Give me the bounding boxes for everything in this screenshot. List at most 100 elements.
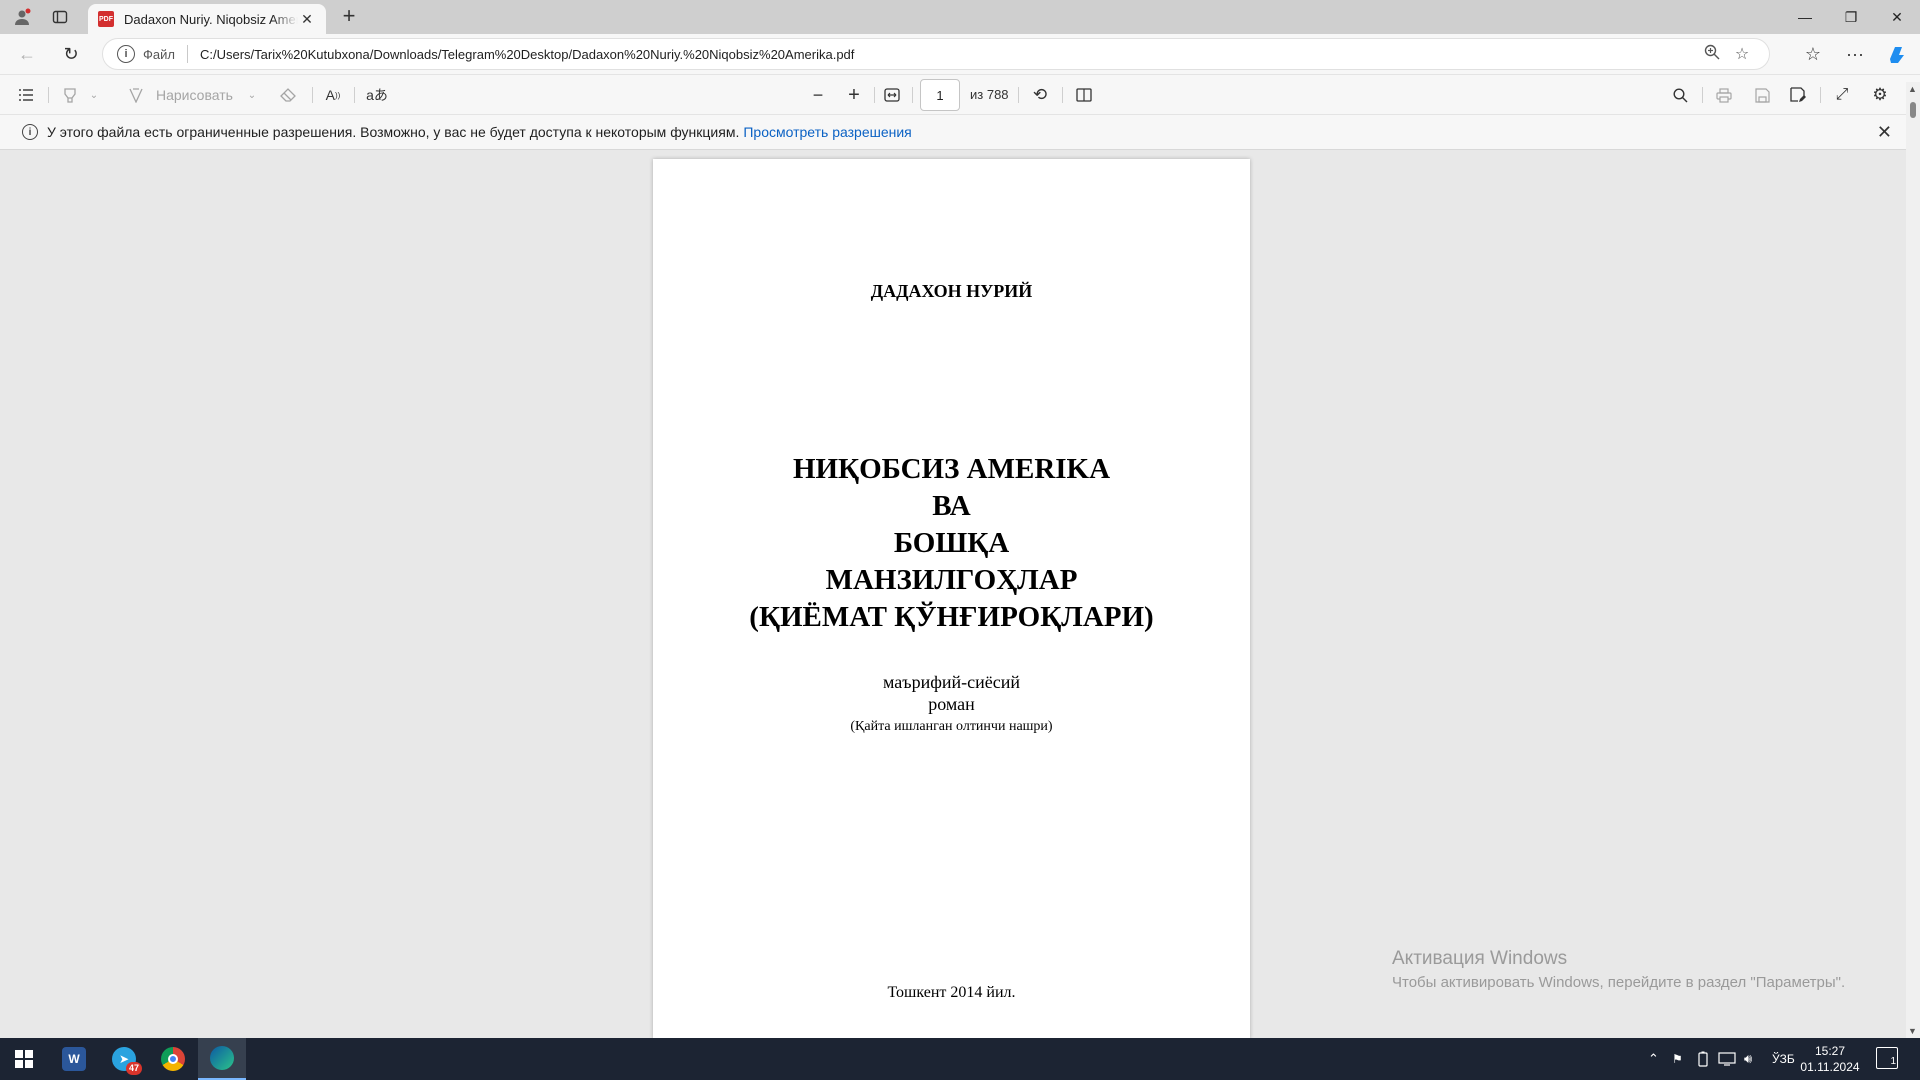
address-divider — [186, 45, 188, 63]
vertical-scrollbar[interactable]: ▲ ▼ — [1906, 82, 1920, 1038]
telegram-icon: ➤ 47 — [112, 1047, 142, 1075]
scroll-up-icon[interactable]: ▲ — [1908, 84, 1917, 94]
page-view-icon[interactable] — [1072, 83, 1096, 107]
active-tab[interactable]: PDF Dadaxon Nuriy. Niqobsiz Amerika.pdf … — [88, 4, 326, 34]
toolbar-divider — [1062, 87, 1063, 103]
new-tab-button[interactable]: + — [336, 5, 362, 29]
title-line: БОШҚА — [893, 527, 1010, 559]
battery-icon[interactable] — [1698, 1038, 1708, 1080]
address-url[interactable]: C:/Users/Tarix%20Kutubxona/Downloads/Tel… — [200, 47, 1697, 62]
windows-activation-watermark: Активация Windows Чтобы активировать Win… — [1392, 948, 1845, 991]
clock-date: 01.11.2024 — [1800, 1060, 1860, 1074]
favorite-star-icon[interactable]: ☆ — [1727, 44, 1757, 64]
minimize-button[interactable]: ― — [1782, 0, 1828, 34]
page-number-input[interactable]: 1 — [920, 79, 960, 111]
word-icon: W — [62, 1047, 86, 1071]
taskbar-word[interactable]: W — [50, 1038, 98, 1080]
print-icon[interactable] — [1712, 83, 1736, 107]
site-info-icon[interactable]: i — [117, 45, 135, 63]
notification-count: 1 — [1890, 1056, 1896, 1067]
document-title: НИҚОБСИЗ AMERIKA ВА БОШҚА МАНЗИЛГОҲЛАР (… — [653, 451, 1250, 636]
zoom-out-button[interactable]: − — [806, 83, 830, 107]
view-permissions-link[interactable]: Просмотреть разрешения — [743, 124, 911, 140]
tab-actions-icon[interactable] — [46, 5, 74, 29]
activation-subtitle: Чтобы активировать Windows, перейдите в … — [1392, 974, 1846, 991]
zoom-in-button[interactable]: + — [842, 83, 866, 107]
taskbar-edge[interactable] — [198, 1038, 246, 1080]
language-indicator[interactable]: ЎЗБ — [1772, 1038, 1795, 1080]
page-total: из 788 — [970, 87, 1009, 102]
zoom-icon[interactable] — [1697, 44, 1727, 65]
draw-dropdown-icon[interactable]: ⌄ — [244, 83, 260, 107]
fullscreen-icon[interactable]: ⤢ — [1830, 83, 1854, 107]
eraser-icon[interactable] — [276, 83, 300, 107]
toolbar-divider — [48, 87, 49, 103]
save-icon[interactable] — [1750, 83, 1774, 107]
subtitle-line: маърифий-сиёсий — [883, 672, 1020, 692]
subtitle-line: роман — [928, 694, 975, 714]
read-aloud-icon[interactable]: A)) — [320, 83, 346, 107]
taskbar-telegram[interactable]: ➤ 47 — [100, 1038, 148, 1080]
address-bar[interactable]: i Файл C:/Users/Tarix%20Kutubxona/Downlo… — [102, 38, 1770, 70]
taskbar-chrome[interactable] — [149, 1038, 197, 1080]
back-arrow-icon[interactable]: ← — [12, 40, 42, 68]
title-line: ВА — [932, 490, 971, 522]
copilot-icon[interactable] — [1882, 40, 1912, 68]
toolbar-divider — [874, 87, 875, 103]
tray-overflow-icon[interactable]: ⌃ — [1648, 1038, 1659, 1080]
tab-close-icon[interactable]: ✕ — [298, 11, 316, 28]
rotate-icon[interactable]: ⟲ — [1028, 83, 1052, 107]
chrome-icon — [161, 1047, 185, 1071]
navigation-bar: ← ↻ i Файл C:/Users/Tarix%20Kutubxona/Do… — [0, 34, 1920, 74]
address-scheme: Файл — [143, 46, 175, 62]
tray-app-icon[interactable]: ⚑ — [1672, 1038, 1683, 1080]
pdf-page: ДАДАХОН НУРИЙ НИҚОБСИЗ AMERIKA ВА БОШҚА … — [653, 159, 1250, 1038]
telegram-badge: 47 — [125, 1062, 142, 1075]
find-search-icon[interactable] — [1668, 83, 1692, 107]
save-as-icon[interactable] — [1786, 83, 1810, 107]
taskbar-clock[interactable]: 15:27 01.11.2024 — [1800, 1043, 1860, 1075]
notification-center-icon[interactable]: 1 — [1876, 1047, 1898, 1069]
restore-button[interactable]: ❐ — [1828, 0, 1874, 34]
toolbar-divider — [912, 87, 913, 103]
pdf-viewer[interactable]: ДАДАХОН НУРИЙ НИҚОБСИЗ AMERIKA ВА БОШҚА … — [0, 150, 1920, 1038]
document-author: ДАДАХОН НУРИЙ — [870, 281, 1033, 301]
pdf-toolbar: ⌄ Нарисовать ⌄ A)) aあ − + 1 из 788 ⟲ ⤢ ⚙ — [0, 74, 1920, 114]
fit-width-icon[interactable] — [880, 83, 904, 107]
draw-button[interactable]: Нарисовать — [156, 83, 233, 107]
profile-icon[interactable] — [8, 5, 36, 29]
refresh-icon[interactable]: ↻ — [56, 40, 86, 68]
title-line: МАНЗИЛГОҲЛАР — [825, 564, 1078, 596]
windows-logo-icon — [15, 1050, 33, 1068]
network-icon[interactable] — [1718, 1038, 1736, 1080]
document-city-year: Тошкент 2014 йил. — [887, 984, 1016, 1001]
document-subtitle: маърифий-сиёсий роман — [653, 671, 1250, 715]
title-line: НИҚОБСИЗ AMERIKA — [792, 453, 1111, 485]
close-window-button[interactable]: ✕ — [1874, 0, 1920, 34]
start-button[interactable] — [0, 1038, 48, 1080]
edge-icon — [210, 1046, 234, 1070]
infobar-close-icon[interactable]: ✕ — [1877, 122, 1892, 143]
settings-gear-icon[interactable]: ⚙ — [1868, 83, 1892, 107]
more-menu-icon[interactable]: ··· — [1840, 40, 1870, 68]
activation-title: Активация Windows — [1392, 948, 1568, 969]
highlight-dropdown-icon[interactable]: ⌄ — [86, 83, 102, 107]
pdf-file-icon: PDF — [98, 11, 114, 27]
tab-strip: PDF Dadaxon Nuriy. Niqobsiz Amerika.pdf … — [0, 0, 1920, 34]
info-icon: i — [22, 124, 38, 140]
draw-pen-icon[interactable] — [124, 83, 148, 107]
infobar-message: У этого файла есть ограниченные разрешен… — [47, 124, 740, 140]
toolbar-divider — [312, 87, 313, 103]
clock-time: 15:27 — [1814, 1044, 1846, 1058]
permissions-infobar: i У этого файла есть ограниченные разреш… — [0, 114, 1920, 150]
translate-icon[interactable]: aあ — [364, 83, 390, 107]
scroll-down-icon[interactable]: ▼ — [1908, 1026, 1917, 1036]
highlight-icon[interactable] — [58, 83, 82, 107]
volume-icon[interactable]: 🔊︎ — [1744, 1038, 1752, 1080]
favorites-icon[interactable]: ☆ — [1798, 40, 1828, 68]
contents-list-icon[interactable] — [14, 83, 38, 107]
toolbar-divider — [354, 87, 355, 103]
scrollbar-thumb[interactable] — [1910, 102, 1916, 118]
tab-title: Dadaxon Nuriy. Niqobsiz Amerika.pdf — [124, 11, 298, 27]
toolbar-divider — [1820, 87, 1821, 103]
